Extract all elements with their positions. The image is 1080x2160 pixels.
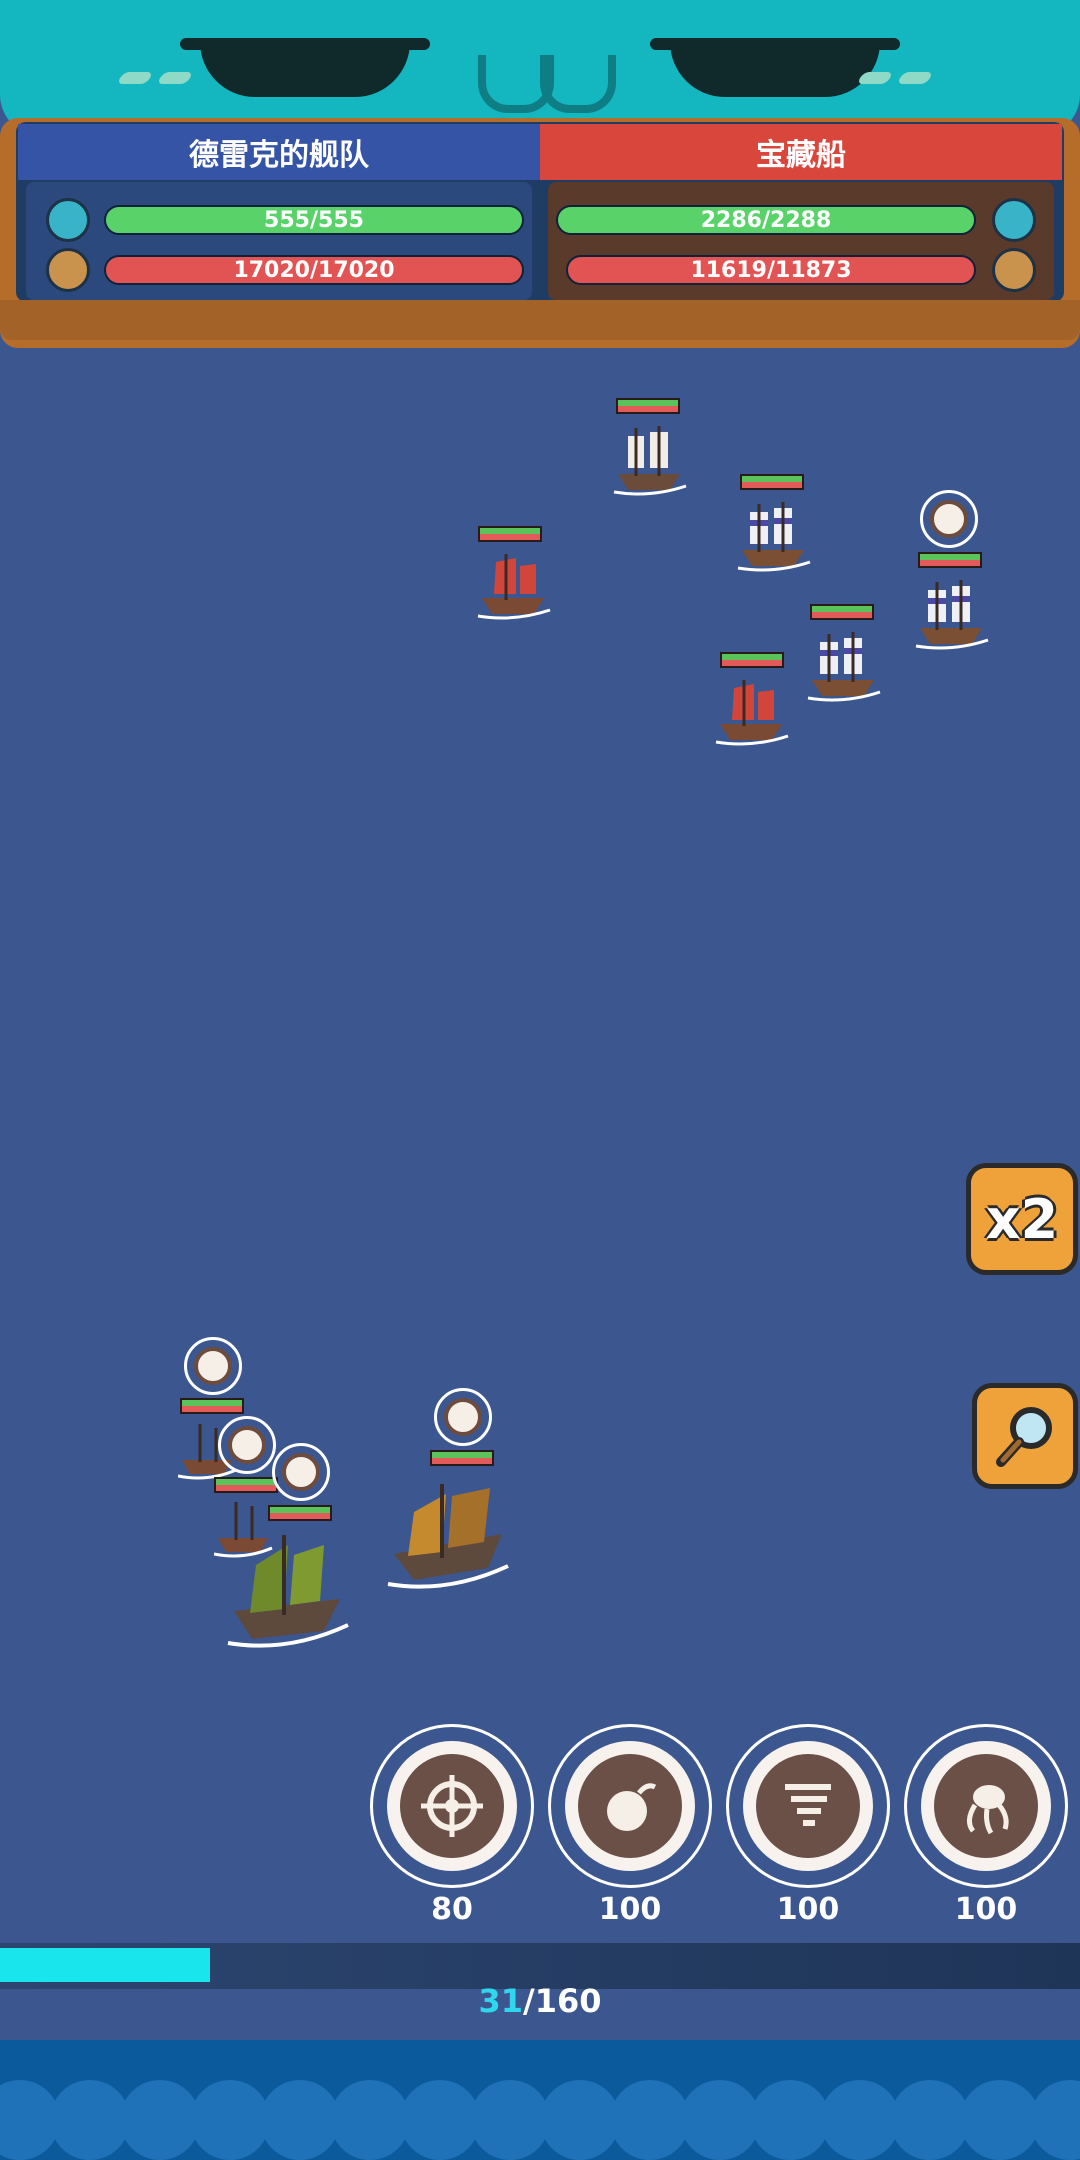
player-ship-hp: [214, 1477, 278, 1493]
tornado-skill-marker-icon: [434, 1388, 492, 1446]
mascot-mouth-right: [540, 55, 616, 113]
speed-x2-button[interactable]: x2: [966, 1163, 1078, 1275]
energy-separator: /: [523, 1982, 535, 2020]
magnifier-icon: [996, 1407, 1052, 1467]
energy-progress-text: 31/160: [0, 1982, 1080, 2020]
tornado-skill-cost: 100: [776, 1892, 840, 1927]
blush-mark: [156, 72, 194, 84]
kraken-skill-button[interactable]: [904, 1724, 1068, 1888]
pirate-crew-icon: [46, 198, 90, 242]
skill-core: [578, 1754, 682, 1858]
scoreboard-trim: [0, 300, 1080, 340]
enemy-galleon-targeted[interactable]: [912, 572, 992, 656]
energy-current: 31: [478, 1982, 524, 2020]
skill-inner: [565, 1741, 695, 1871]
blush-mark: [856, 72, 894, 84]
bomb-skill-marker-icon: [272, 1443, 330, 1501]
wave-decoration: [330, 2080, 410, 2160]
right-ship-hp-bar: 11619/11873: [566, 255, 976, 285]
kraken-skill-cost: 100: [954, 1892, 1018, 1927]
blush-mark: [896, 72, 934, 84]
enemy-ship-hp: [810, 604, 874, 620]
wave-decoration: [190, 2080, 270, 2160]
target-marker-icon: [920, 490, 978, 548]
skill-inner: [743, 1741, 873, 1871]
left-crew-hp-bar: 555/555: [104, 205, 524, 235]
wave-decoration: [890, 2080, 970, 2160]
energy-progress-fill: [0, 1948, 210, 1982]
ship-hull-icon: [46, 248, 90, 292]
right-crew-hp-bar: 2286/2288: [556, 205, 976, 235]
enemy-galleon[interactable]: [804, 624, 884, 708]
wave-decoration: [400, 2080, 480, 2160]
mascot-banner: [0, 0, 1080, 135]
wave-decoration: [820, 2080, 900, 2160]
skill-core: [934, 1754, 1038, 1858]
player-flagship-hp: [268, 1505, 332, 1521]
enemy-ship-hp: [740, 474, 804, 490]
skill-core: [756, 1754, 860, 1858]
enemy-ship-hp: [616, 398, 680, 414]
mascot-right-eye: [650, 38, 900, 97]
skill-inner: [921, 1741, 1051, 1871]
enemy-ship-hp: [720, 652, 784, 668]
enemy-galleon[interactable]: [610, 418, 690, 502]
tornado-icon: [785, 1784, 831, 1826]
wave-decoration: [540, 2080, 620, 2160]
enemy-junk-ship[interactable]: [714, 672, 790, 752]
enemy-ship-hp: [918, 552, 982, 568]
enemy-ship-hp: [478, 526, 542, 542]
kraken-icon: [967, 1785, 1009, 1835]
helm-wheel-icon: [421, 1775, 483, 1837]
player-caravel[interactable]: [384, 1472, 514, 1606]
wave-decoration: [750, 2080, 830, 2160]
helm-wheel-skill-cost: 80: [431, 1892, 473, 1927]
bomb-icon: [607, 1783, 657, 1831]
left-team-name: 德雷克的舰队: [18, 124, 540, 180]
wave-decoration: [50, 2080, 130, 2160]
left-ship-hp-bar: 17020/17020: [104, 255, 524, 285]
player-flagship[interactable]: [224, 1525, 354, 1659]
right-team-name: 宝藏船: [540, 124, 1062, 180]
enemy-ship-icon: [992, 248, 1036, 292]
helm-wheel-skill-button[interactable]: [370, 1724, 534, 1888]
mascot-left-eye: [180, 38, 430, 97]
wave-decoration: [120, 2080, 200, 2160]
wave-decoration: [610, 2080, 690, 2160]
wave-decoration: [960, 2080, 1040, 2160]
bomb-skill-button[interactable]: [548, 1724, 712, 1888]
bomb-skill-cost: 100: [598, 1892, 662, 1927]
wave-decoration: [470, 2080, 550, 2160]
energy-total: 160: [534, 1982, 602, 2020]
wave-decoration: [260, 2080, 340, 2160]
magnifier-button[interactable]: [972, 1383, 1078, 1489]
wave-decoration: [680, 2080, 760, 2160]
skill-inner: [387, 1741, 517, 1871]
player-ship-hp: [430, 1450, 494, 1466]
skill-core: [400, 1754, 504, 1858]
tornado-skill-button[interactable]: [726, 1724, 890, 1888]
enemy-junk-ship[interactable]: [476, 546, 552, 626]
enemy-crew-icon: [992, 198, 1036, 242]
blush-mark: [116, 72, 154, 84]
helm-wheel-icon: [218, 1416, 276, 1474]
helm-wheel-icon: [184, 1337, 242, 1395]
player-ship-hp: [180, 1398, 244, 1414]
enemy-galleon[interactable]: [734, 494, 814, 578]
speed-label: x2: [985, 1187, 1059, 1251]
